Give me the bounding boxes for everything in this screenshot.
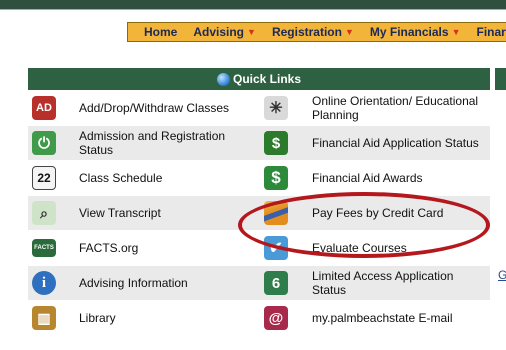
quick-link-label[interactable]: my.palmbeachstate E-mail [312,311,488,325]
quick-link-label[interactable]: Financial Aid Awards [312,171,488,185]
quick-links-row: i Advising Information 6 Limited Access … [28,266,490,301]
quick-link-label[interactable]: Class Schedule [79,171,259,185]
email-at-icon: @ [264,306,288,330]
quick-link-label[interactable]: FACTS.org [79,241,259,255]
credit-card-icon [264,201,288,225]
money-dollar-icon: $ [264,131,288,155]
quick-links-row: ⏻ Admission and Registration Status $ Fi… [28,126,490,161]
quick-link-email[interactable]: @ my.palmbeachstate E-mail [261,301,490,335]
quick-link-label[interactable]: Add/Drop/Withdraw Classes [79,101,259,115]
dollar-sign-icon: $ [264,166,288,190]
quick-link-add-drop[interactable]: AD Add/Drop/Withdraw Classes [28,91,261,125]
quick-link-label[interactable]: Financial Aid Application Status [312,136,488,150]
quick-link-facts[interactable]: FACTS FACTS.org [28,231,261,265]
quick-links-grid: AD Add/Drop/Withdraw Classes ✳ Online Or… [28,91,490,336]
quick-links-row: 22 Class Schedule $ Financial Aid Awards [28,161,490,196]
quick-link-fin-aid-awards[interactable]: $ Financial Aid Awards [261,161,490,195]
quick-link-label[interactable]: Admission and Registration Status [79,129,259,157]
chevron-down-icon: ▼ [344,27,354,37]
quick-link-label[interactable]: View Transcript [79,206,259,220]
quick-links-title: Quick Links [232,72,302,86]
nav-home[interactable]: Home [144,25,177,39]
quick-link-admission-status[interactable]: ⏻ Admission and Registration Status [28,126,261,160]
quick-link-class-schedule[interactable]: 22 Class Schedule [28,161,261,195]
quick-link-advising-info[interactable]: i Advising Information [28,266,261,300]
quick-link-orientation[interactable]: ✳ Online Orientation/ Educational Planni… [261,91,490,125]
globe-icon [216,72,230,86]
book-icon: ▥ [32,306,56,330]
facts-logo-icon: FACTS [32,239,56,257]
quick-links-row: AD Add/Drop/Withdraw Classes ✳ Online Or… [28,91,490,126]
quick-link-label[interactable]: Pay Fees by Credit Card [312,206,488,220]
nav-financial-truncated[interactable]: Finar [477,25,506,39]
chevron-down-icon: ▼ [247,27,256,37]
quick-link-label[interactable]: Limited Access Application Status [312,269,488,297]
add-drop-icon: AD [32,96,56,120]
nav-my-financials[interactable]: My Financials ▼ [370,25,461,39]
quick-link-label[interactable]: Advising Information [79,276,259,290]
side-panel-link[interactable]: G [498,268,506,282]
quick-link-pay-fees[interactable]: Pay Fees by Credit Card [261,196,490,230]
quick-link-library[interactable]: ▥ Library [28,301,261,335]
checkmark-icon: ✔ [264,236,288,260]
nav-registration[interactable]: Registration ▼ [272,25,354,39]
main-nav-bar: Home Advising ▼ Registration ▼ My Financia… [127,22,506,42]
nav-advising[interactable]: Advising ▼ [193,25,256,39]
quick-links-row: FACTS FACTS.org ✔ Evaluate Courses [28,231,490,266]
quick-link-label[interactable]: Library [79,311,259,325]
info-icon: i [32,271,56,295]
quick-link-label[interactable]: Online Orientation/ Educational Planning [312,94,488,122]
quick-links-row: ▥ Library @ my.palmbeachstate E-mail [28,301,490,336]
quick-link-evaluate-courses[interactable]: ✔ Evaluate Courses [261,231,490,265]
number-6-icon: 6 [264,271,288,295]
quick-link-fin-aid-status[interactable]: $ Financial Aid Application Status [261,126,490,160]
chevron-down-icon: ▼ [451,27,461,37]
top-decorative-bar [0,0,506,10]
quick-link-limited-access[interactable]: 6 Limited Access Application Status [261,266,490,300]
transcript-magnifier-icon: ⌕ [32,201,56,225]
orientation-star-icon: ✳ [264,96,288,120]
quick-links-header: Quick Links [28,68,490,91]
quick-link-label[interactable]: Evaluate Courses [312,241,488,255]
quick-link-view-transcript[interactable]: ⌕ View Transcript [28,196,261,230]
side-panel-header [495,68,506,90]
quick-links-row: ⌕ View Transcript Pay Fees by Credit Car… [28,196,490,231]
power-status-icon: ⏻ [32,131,56,155]
calendar-22-icon: 22 [32,166,56,190]
